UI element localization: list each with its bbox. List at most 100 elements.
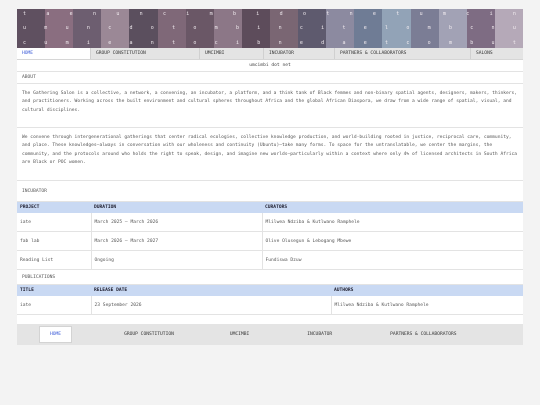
column-header-duration: DURATION (91, 202, 262, 213)
banner-letter: m (448, 40, 453, 46)
banner-letter: b (470, 40, 475, 46)
banner-letter: e (108, 40, 113, 46)
banner-letter: i (86, 40, 91, 46)
column-header-curators: CURATORS (262, 202, 523, 213)
banner-letter: l (385, 25, 390, 31)
banner-letter: o (193, 25, 198, 31)
banner-letter: m (214, 25, 219, 31)
banner-letter: i (256, 11, 261, 17)
banner-letter: e (299, 40, 304, 46)
banner-letter: c (470, 25, 475, 31)
cell-duration: Ongoing (91, 250, 263, 270)
publications-heading: PUBLICATIONS (17, 270, 523, 285)
table-header-row: TITLE RELEASE DATE AUTHORS (17, 285, 523, 296)
column-header-authors: AUTHORS (331, 285, 523, 296)
page: t a e n u n c i m b i d o t n e t u m c i n u m u n c d o t o m b i n c i t e… (17, 9, 523, 345)
table-row[interactable]: fab lab March 2026 – March 2027 Olive Ol… (17, 231, 523, 251)
footer-nav: HOME GROUP CONSTITUTION UMCIMBI INCUBATO… (17, 324, 523, 345)
cell-release-date: 23 September 2026 (91, 296, 332, 315)
table-row[interactable]: iate March 2025 – March 2026 Mlilwea Ndz… (17, 213, 523, 232)
banner-letter: m (65, 40, 70, 46)
banner-letter: n (86, 25, 91, 31)
banner-letter: d (279, 11, 284, 17)
banner-letter: n (491, 25, 496, 31)
nav-incubator[interactable]: INCUBATOR (264, 48, 335, 59)
banner-letter: c (162, 11, 167, 17)
cell-title: iate (17, 296, 92, 315)
banner-letter: u (44, 40, 49, 46)
banner-letter: n (349, 11, 354, 17)
banner-letter: c (299, 25, 304, 31)
banner-letter: d (129, 25, 134, 31)
banner-letter: u (512, 25, 517, 31)
footer-nav-incubator[interactable]: INCUBATOR (307, 332, 332, 337)
banner-letter: n (150, 40, 155, 46)
cell-duration: March 2025 – March 2026 (91, 213, 263, 232)
incubator-table: PROJECT DURATION CURATORS iate March 202… (17, 202, 523, 270)
cell-duration: March 2026 – March 2027 (91, 231, 263, 251)
banner-letter: b (232, 11, 237, 17)
banner-letter: c (466, 11, 471, 17)
publications-table: TITLE RELEASE DATE AUTHORS iate 23 Septe… (17, 285, 523, 315)
footer-nav-partners-collaborators[interactable]: PARTNERS & COLLABORATORS (390, 332, 456, 337)
column-header-project: PROJECT (17, 202, 91, 213)
banner-letter: i (186, 11, 191, 17)
banner-text-row: umuncdotombincitelombcnu (17, 25, 523, 31)
nav-group-constitution[interactable]: GROUP CONSTITUTION (91, 48, 200, 59)
banner-letter: t (512, 40, 517, 46)
table-row[interactable]: iate 23 September 2026 Mlilwea Ndziba & … (17, 296, 523, 315)
banner-letter: b (448, 25, 453, 31)
banner-letter: u (491, 40, 496, 46)
banner-letter: i (321, 25, 326, 31)
banner-letter: c (23, 40, 28, 46)
nav-umcimbi[interactable]: UMCIMBI (200, 48, 264, 59)
footer-nav-umcimbi[interactable]: UMCIMBI (230, 332, 249, 337)
cell-project: fab lab (17, 231, 92, 251)
banner-letter: c (406, 40, 411, 46)
banner-letter: m (44, 25, 49, 31)
banner-letter: u (419, 11, 424, 17)
site-subtitle: umcimbi dot net (17, 60, 523, 72)
banner-letter: e (69, 11, 74, 17)
banner-letter: t (326, 11, 331, 17)
banner-letter: u (65, 25, 70, 31)
footer-nav-home[interactable]: HOME (39, 326, 73, 343)
table-row[interactable]: Reading List Ongoing Fundiswa Dzuw (17, 250, 523, 270)
banner-letter: b (235, 25, 240, 31)
banner-letter: e (363, 25, 368, 31)
banner-letter: t (342, 25, 347, 31)
banner-letter: c (214, 40, 219, 46)
banner-image: t a e n u n c i m b i d o t n e t u m c i n u m u n c d o t o m b i n c i t e… (17, 9, 523, 48)
about-paragraph-1: The Gathering Salon is a collective, a n… (17, 84, 523, 128)
banner-letter: i (257, 25, 262, 31)
banner-letter: m (427, 25, 432, 31)
banner-letter: u (116, 11, 121, 17)
nav-salons[interactable]: SALONS (471, 48, 523, 59)
nav-home[interactable]: HOME (17, 48, 91, 59)
table-header-row: PROJECT DURATION CURATORS (17, 202, 523, 213)
banner-letter: n (512, 11, 517, 17)
cell-curators: Olive Olusegun & Lebogang Mbewe (262, 231, 523, 251)
banner-letter: a (129, 40, 134, 46)
banner-text-row: cumieantocibnedaetcombut (17, 40, 523, 46)
banner-letter: t (23, 11, 28, 17)
banner-letter: i (235, 40, 240, 46)
banner-text-row: taenuncimbidotnetumcin (17, 11, 523, 17)
cell-curators: Fundiswa Dzuw (262, 250, 523, 270)
nav-partners-collaborators[interactable]: PARTNERS & COLLABORATORS (335, 48, 471, 59)
about-paragraph-2: We convene through intergenerational gat… (17, 128, 523, 181)
cell-project: Reading List (17, 250, 92, 270)
column-header-release-date: RELEASE DATE (91, 285, 331, 296)
banner-letter: n (278, 40, 283, 46)
banner-letter: o (193, 40, 198, 46)
cell-project: iate (17, 213, 92, 232)
banner-letter: o (427, 40, 432, 46)
banner-letter: d (321, 40, 326, 46)
cell-curators: Mlilwea Ndziba & Kutlwano Ramphele (262, 213, 523, 232)
banner-letter: i (489, 11, 494, 17)
banner-letter: n (92, 11, 97, 17)
cell-authors: Mlilwea Ndziba & Kutlwano Ramphele (331, 296, 523, 315)
banner-letter: e (372, 11, 377, 17)
footer-nav-group-constitution[interactable]: GROUP CONSTITUTION (124, 332, 174, 337)
banner-letter: o (406, 25, 411, 31)
